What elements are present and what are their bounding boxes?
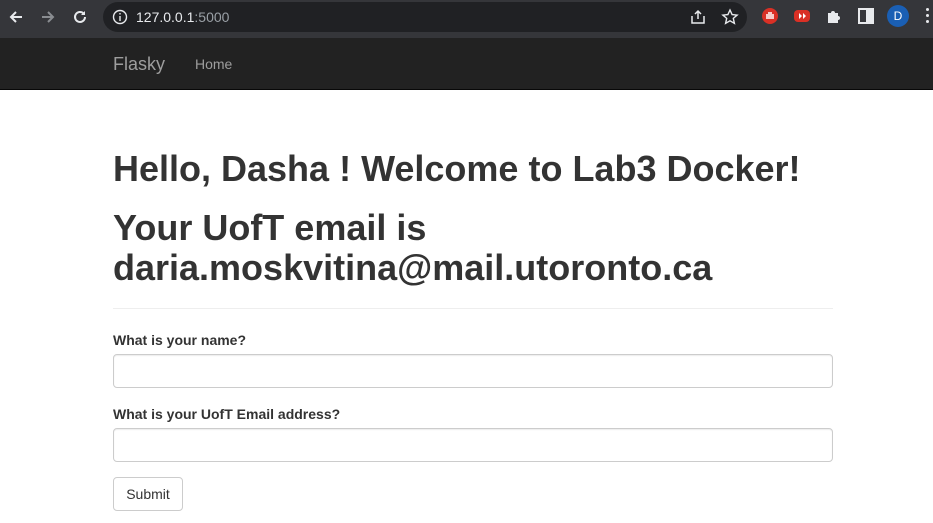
profile-avatar[interactable]: D [887,5,909,27]
bookmark-star-icon[interactable] [721,8,739,26]
name-label: What is your name? [113,332,247,348]
email-input[interactable] [113,428,833,462]
more-menu-icon[interactable] [926,8,930,26]
extension-red-hand-icon[interactable] [761,7,779,25]
greeting-heading: Hello, Dasha ! Welcome to Lab3 Docker! [113,148,801,189]
divider [113,308,833,309]
side-panel-icon[interactable] [857,7,875,25]
browser-toolbar: 127.0.0.1:5000 D [0,0,933,38]
site-info-icon[interactable] [112,9,128,25]
email-label: What is your UofT Email address? [113,406,341,422]
brand-link[interactable]: Flasky [113,53,165,75]
share-icon[interactable] [689,8,707,26]
url-host: 127.0.0.1 [136,9,195,25]
url-port: :5000 [194,9,230,25]
email-heading: Your UofT email is daria.moskvitina@mail… [113,207,713,288]
url-text: 127.0.0.1:5000 [136,9,229,25]
address-bar[interactable]: 127.0.0.1:5000 [103,2,747,32]
nav-link-home[interactable]: Home [195,55,232,73]
back-arrow-icon[interactable] [5,6,27,28]
forward-arrow-icon[interactable] [37,6,59,28]
submit-button[interactable]: Submit [113,477,183,511]
extensions-puzzle-icon[interactable] [825,7,843,25]
reload-icon[interactable] [69,6,91,28]
name-input[interactable] [113,354,833,388]
site-navbar: Flasky Home [0,38,933,90]
extension-youtube-icon[interactable] [793,7,811,25]
